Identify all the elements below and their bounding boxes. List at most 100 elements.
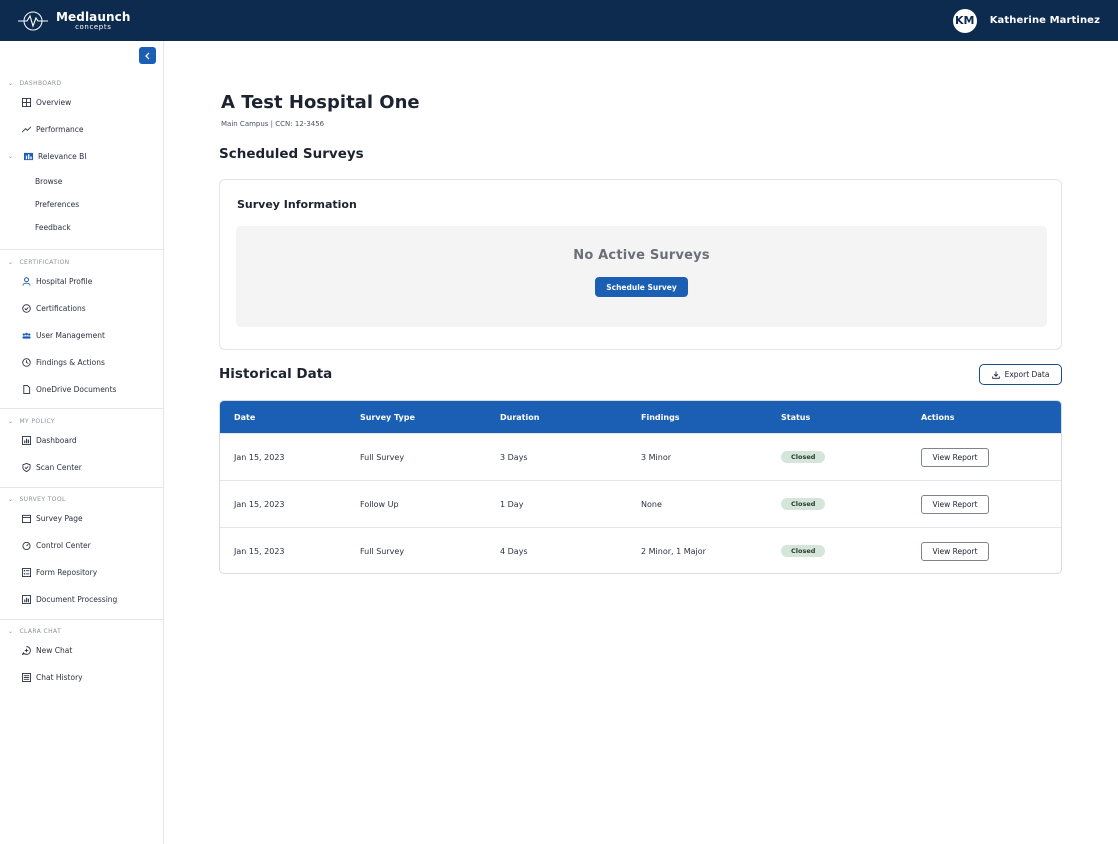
- section-toggle-my-policy[interactable]: ⌄ MY POLICY: [0, 415, 164, 427]
- table-row: Jan 15, 2023 Follow Up 1 Day None Closed…: [220, 480, 1061, 527]
- cell-date: Jan 15, 2023: [234, 499, 285, 509]
- sidebar-item-hospital-profile[interactable]: Hospital Profile: [0, 268, 164, 295]
- section-label: SURVEY TOOL: [19, 495, 66, 503]
- table-row: Jan 15, 2023 Full Survey 4 Days 2 Minor,…: [220, 527, 1061, 573]
- empty-state: No Active Surveys Schedule Survey: [236, 226, 1047, 327]
- sidebar-item-certifications[interactable]: Certifications: [0, 295, 164, 322]
- section-label: DASHBOARD: [19, 79, 62, 87]
- sidebar-item-label: Chat History: [36, 673, 83, 682]
- divider: [0, 487, 164, 488]
- sidebar-item-scan-center[interactable]: Scan Center: [0, 454, 164, 481]
- section-toggle-certification[interactable]: ⌄ CERTIFICATION: [0, 256, 164, 268]
- chevron-left-icon: [144, 52, 149, 59]
- historical-data-table: Date Survey Type Duration Findings Statu…: [219, 400, 1062, 574]
- trending-up-icon: [22, 125, 31, 134]
- column-header-duration[interactable]: Duration: [500, 413, 641, 422]
- brand-name: Medlaunch: [56, 9, 131, 24]
- chevron-down-icon: ⌄: [8, 627, 14, 635]
- section-toggle-survey-tool[interactable]: ⌄ SURVEY TOOL: [0, 493, 164, 505]
- cell-actions: View Report: [921, 494, 1061, 514]
- cell-status: Closed: [781, 451, 921, 463]
- sidebar-item-survey-page[interactable]: Survey Page: [0, 505, 164, 532]
- view-report-button[interactable]: View Report: [921, 447, 989, 467]
- sidebar-item-form-repository[interactable]: Form Repository: [0, 559, 164, 586]
- table-header: Date Survey Type Duration Findings Statu…: [220, 401, 1061, 433]
- brand-subtitle: concepts: [75, 22, 112, 31]
- sidebar-item-label: OneDrive Documents: [36, 385, 117, 394]
- sidebar-item-label: Performance: [36, 125, 84, 134]
- sidebar-item-findings-actions[interactable]: Findings & Actions: [0, 349, 164, 376]
- survey-information-card: Survey Information No Active Surveys Sch…: [219, 179, 1062, 350]
- section-label: CLARA CHAT: [19, 627, 62, 635]
- sidebar-item-label: Form Repository: [36, 568, 98, 577]
- top-bar: Medlaunch concepts KM Katherine Martinez: [0, 0, 1118, 41]
- sidebar-item-control-center[interactable]: Control Center: [0, 532, 164, 559]
- cell-findings: 3 Minor: [641, 452, 672, 462]
- export-data-button[interactable]: Export Data: [979, 364, 1062, 385]
- schedule-survey-button[interactable]: Schedule Survey: [595, 277, 688, 297]
- sidebar-item-new-chat[interactable]: New Chat: [0, 637, 164, 664]
- calendar-icon: [22, 514, 31, 523]
- section-toggle-clara-chat[interactable]: ⌄ CLARA CHAT: [0, 625, 164, 637]
- user-icon: [22, 277, 31, 286]
- sidebar-item-onedrive-documents[interactable]: OneDrive Documents: [0, 376, 164, 403]
- sidebar-item-browse[interactable]: Browse: [0, 170, 164, 193]
- column-header-findings[interactable]: Findings: [641, 413, 781, 422]
- sidebar-item-preferences[interactable]: Preferences: [0, 193, 164, 216]
- status-badge: Closed: [781, 545, 826, 557]
- user-name[interactable]: Katherine Martinez: [990, 15, 1100, 26]
- bar-chart-icon: [22, 436, 31, 445]
- form-icon: [22, 568, 31, 577]
- sidebar-section-my-policy: ⌄ MY POLICY Dashboard Scan Center: [0, 415, 164, 481]
- column-header-survey-type[interactable]: Survey Type: [360, 413, 500, 422]
- sidebar-item-document-processing[interactable]: Document Processing: [0, 586, 164, 613]
- cell-date: Jan 15, 2023: [234, 452, 285, 462]
- collapse-sidebar-button[interactable]: [139, 47, 156, 64]
- divider: [0, 619, 164, 620]
- sidebar-item-label: New Chat: [36, 646, 73, 655]
- sidebar-item-label: Control Center: [36, 541, 91, 550]
- sidebar-item-label: Preferences: [35, 200, 80, 209]
- view-report-button[interactable]: View Report: [921, 541, 989, 561]
- column-header-actions: Actions: [921, 412, 955, 422]
- sidebar-item-label: Relevance BI: [38, 152, 87, 161]
- chevron-down-icon: ⌄: [8, 153, 14, 160]
- shield-check-icon: [22, 463, 31, 472]
- page-title: A Test Hospital One: [221, 92, 420, 113]
- view-report-button[interactable]: View Report: [921, 494, 989, 514]
- sidebar-item-label: Findings & Actions: [36, 358, 105, 367]
- users-icon: [22, 331, 31, 340]
- sidebar-item-overview[interactable]: Overview: [0, 89, 164, 116]
- file-icon: [22, 385, 31, 394]
- cell-survey-type: Full Survey: [360, 546, 405, 556]
- column-header-status[interactable]: Status: [781, 413, 921, 422]
- column-header-date[interactable]: Date: [220, 413, 360, 422]
- sidebar-item-label: User Management: [36, 331, 105, 340]
- chevron-down-icon: ⌄: [8, 495, 14, 503]
- scheduled-surveys-heading: Scheduled Surveys: [219, 146, 364, 162]
- user-menu[interactable]: KM Katherine Martinez: [952, 8, 1100, 33]
- sidebar-item-chat-history[interactable]: Chat History: [0, 664, 164, 691]
- cell-duration: 4 Days: [500, 546, 528, 556]
- divider: [0, 249, 164, 250]
- sidebar-section-certification: ⌄ CERTIFICATION Hospital Profile Certifi…: [0, 256, 164, 403]
- sidebar-item-user-management[interactable]: User Management: [0, 322, 164, 349]
- cell-duration: 3 Days: [500, 452, 528, 462]
- cell-actions: View Report: [921, 447, 1061, 467]
- sidebar: ⌄ DASHBOARD Overview Performance ⌄ Relev…: [0, 41, 164, 844]
- sidebar-item-policy-dashboard[interactable]: Dashboard: [0, 427, 164, 454]
- clock-icon: [22, 358, 31, 367]
- cell-survey-type: Follow Up: [360, 499, 399, 509]
- brand-logo[interactable]: Medlaunch concepts: [18, 10, 131, 32]
- sidebar-item-relevance-bi[interactable]: ⌄ Relevance BI: [0, 143, 164, 170]
- export-data-label: Export Data: [1004, 370, 1050, 379]
- sidebar-item-label: Feedback: [35, 223, 71, 232]
- sidebar-item-performance[interactable]: Performance: [0, 116, 164, 143]
- sidebar-item-feedback[interactable]: Feedback: [0, 216, 164, 239]
- page-subtitle: Main Campus | CCN: 12-3456: [221, 120, 325, 128]
- table-row: Jan 15, 2023 Full Survey 3 Days 3 Minor …: [220, 433, 1061, 480]
- status-badge: Closed: [781, 451, 826, 463]
- section-toggle-dashboard[interactable]: ⌄ DASHBOARD: [0, 77, 164, 89]
- avatar[interactable]: KM: [952, 8, 977, 33]
- cell-date: Jan 15, 2023: [234, 546, 285, 556]
